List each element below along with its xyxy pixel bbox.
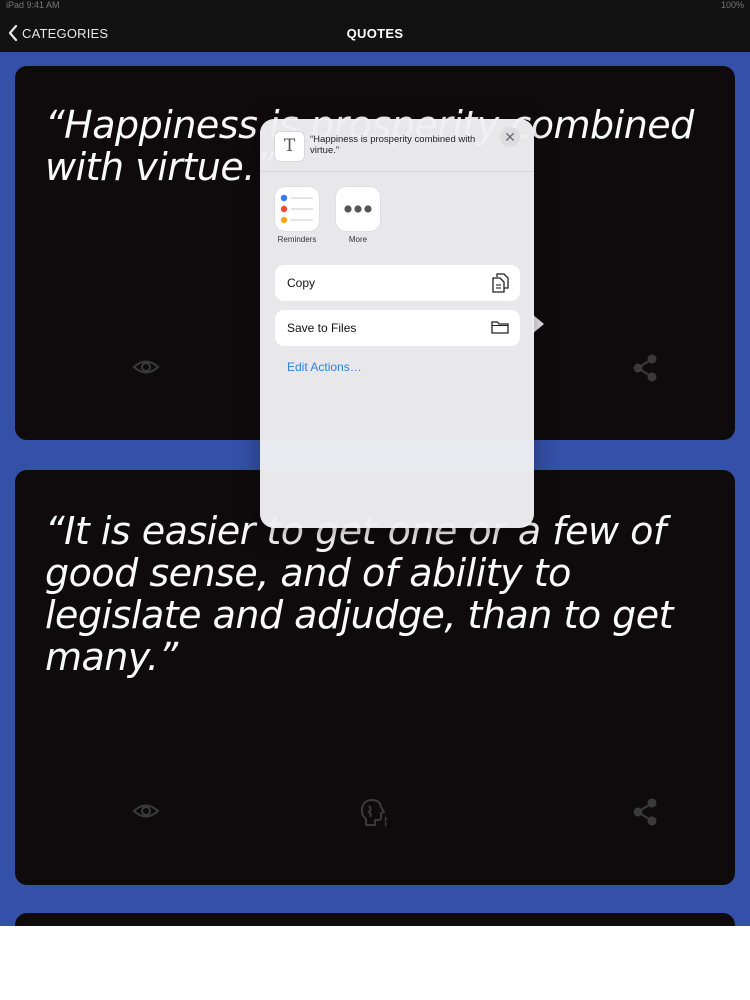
eye-icon[interactable] [132, 800, 160, 827]
quote-card [15, 913, 735, 926]
close-button[interactable]: ✕ [500, 127, 520, 147]
reminders-label: Reminders [277, 235, 317, 244]
close-icon: ✕ [504, 129, 516, 145]
status-bar-left: iPad 9:41 AM [6, 0, 60, 10]
app-screen: iPad 9:41 AM 100% CATEGORIES QUOTES “Hap… [0, 0, 750, 926]
copy-label: Copy [287, 276, 316, 290]
more-icon [344, 205, 372, 213]
more-button[interactable] [336, 187, 380, 231]
share-icon[interactable] [632, 798, 658, 831]
edit-actions-link[interactable]: Edit Actions… [287, 360, 362, 374]
save-to-files-label: Save to Files [287, 321, 357, 335]
share-preview-text: “Happiness is prosperity combined with v… [310, 134, 476, 156]
eye-icon[interactable] [132, 356, 160, 383]
reminders-icon [280, 194, 313, 224]
status-bar: iPad 9:41 AM 100% [0, 0, 750, 12]
folder-icon [491, 321, 509, 334]
speak-head-icon[interactable] [358, 797, 390, 834]
quote-card: “It is easier to get one or a few of goo… [15, 470, 735, 885]
battery-level: 100% [720, 0, 744, 10]
share-icon[interactable] [632, 354, 658, 387]
reminders-app-button[interactable] [275, 187, 319, 231]
copy-icon [492, 273, 509, 293]
navigation-bar: iPad 9:41 AM 100% CATEGORIES QUOTES [0, 0, 750, 52]
copy-action[interactable]: Copy [275, 265, 520, 301]
page-title: QUOTES [346, 26, 404, 41]
quote-text: “It is easier to get one or a few of goo… [45, 509, 674, 679]
share-sheet: T “Happiness is prosperity combined with… [260, 119, 534, 528]
share-sheet-header: T “Happiness is prosperity combined with… [260, 119, 534, 172]
more-label: More [348, 235, 368, 244]
save-to-files-action[interactable]: Save to Files [275, 310, 520, 346]
text-document-icon: T [274, 131, 305, 162]
